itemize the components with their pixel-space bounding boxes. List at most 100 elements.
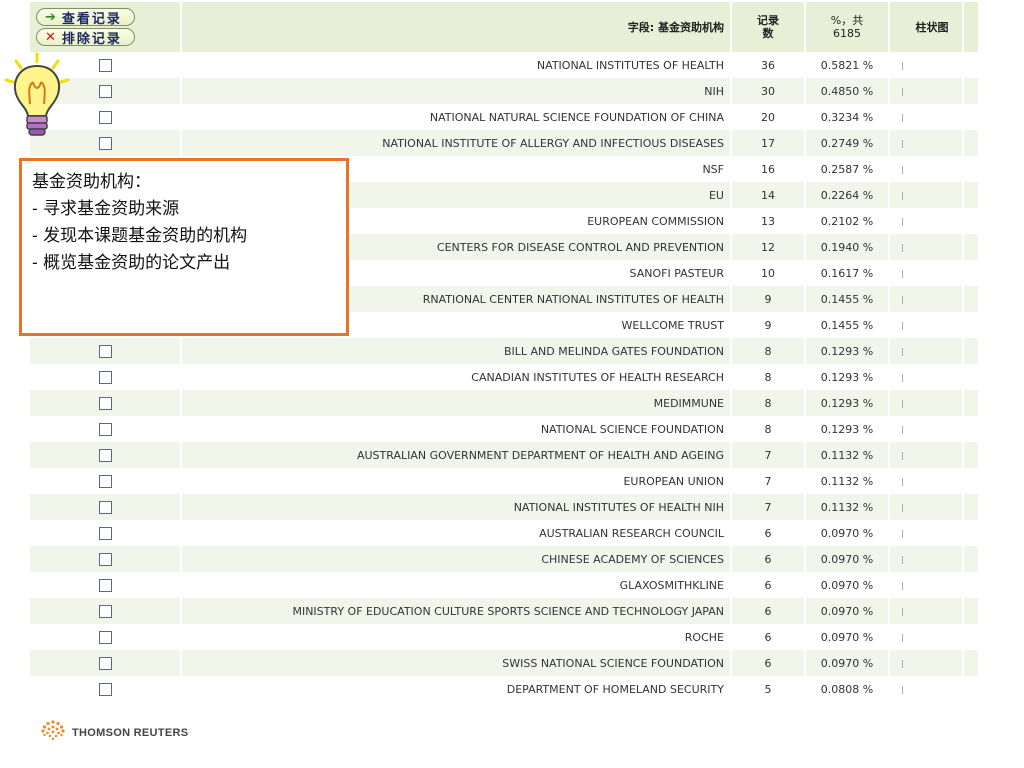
row-end (963, 650, 980, 676)
row-end (963, 364, 980, 390)
agency-name: CANADIAN INSTITUTES OF HEALTH RESEARCH (181, 364, 732, 390)
record-percent: 0.1132 % (805, 468, 890, 494)
agency-name: AUSTRALIAN GOVERNMENT DEPARTMENT OF HEAL… (181, 442, 732, 468)
record-count: 7 (731, 494, 806, 520)
header-end (963, 2, 980, 52)
row-end (963, 442, 980, 468)
bar-mark (902, 399, 903, 408)
bar-cell (889, 286, 964, 312)
row-end (963, 208, 980, 234)
bar-cell (889, 208, 964, 234)
table-row: MINISTRY OF EDUCATION CULTURE SPORTS SCI… (30, 598, 980, 624)
bar-cell (889, 468, 964, 494)
header-barchart: 柱状图 (889, 2, 964, 52)
table-row: DEPARTMENT OF HOMELAND SECURITY 5 0.0808 % (30, 676, 980, 702)
row-checkbox[interactable] (98, 578, 112, 592)
agency-name: NIH (181, 78, 732, 104)
row-end (963, 52, 980, 78)
row-end (963, 104, 980, 130)
record-count: 10 (731, 260, 806, 286)
callout-item: - 寻求基金资助来源 (32, 199, 180, 219)
row-end (963, 260, 980, 286)
row-checkbox[interactable] (98, 474, 112, 488)
header-count: 记录 数 (731, 2, 806, 52)
row-select-cell (30, 572, 182, 598)
row-checkbox[interactable] (98, 682, 112, 696)
record-percent: 0.1132 % (805, 494, 890, 520)
arrow-right-icon: ➔ (45, 9, 56, 25)
bar-cell (889, 364, 964, 390)
row-checkbox[interactable] (98, 630, 112, 644)
record-percent: 0.5821 % (805, 52, 890, 78)
funding-agency-callout: 基金资助机构： - 寻求基金资助来源 - 发现本课题基金资助的机构 - 概览基金… (19, 158, 349, 336)
header-count-line2: 数 (762, 27, 774, 40)
record-count: 20 (731, 104, 806, 130)
view-records-button[interactable]: ➔ 查看记录 (36, 8, 135, 27)
x-icon: ✕ (45, 29, 56, 45)
bar-mark (902, 191, 903, 200)
bar-mark (902, 61, 903, 70)
table-row: EUROPEAN UNION 7 0.1132 % (30, 468, 980, 494)
analysis-results-table: ➔ 查看记录 ✕ 排除记录 字段: 基金资助机构 记录 数 %，共 6185 柱… (30, 2, 980, 702)
bar-mark (902, 607, 903, 616)
bar-cell (889, 676, 964, 702)
bar-cell (889, 598, 964, 624)
agency-name: GLAXOSMITHKLINE (181, 572, 732, 598)
exclude-records-button[interactable]: ✕ 排除记录 (36, 28, 135, 47)
row-checkbox[interactable] (98, 136, 112, 150)
bar-mark (902, 659, 903, 668)
table-header-row: ➔ 查看记录 ✕ 排除记录 字段: 基金资助机构 记录 数 %，共 6185 柱… (30, 2, 980, 52)
record-percent: 0.1940 % (805, 234, 890, 260)
record-percent: 0.0970 % (805, 650, 890, 676)
row-checkbox[interactable] (98, 500, 112, 514)
record-count: 8 (731, 338, 806, 364)
row-checkbox[interactable] (98, 604, 112, 618)
bar-cell (889, 156, 964, 182)
header-field: 字段: 基金资助机构 (181, 2, 732, 52)
agency-name: NATIONAL INSTITUTES OF HEALTH NIH (181, 494, 732, 520)
row-checkbox[interactable] (98, 422, 112, 436)
table-row: NATIONAL INSTITUTES OF HEALTH NIH 7 0.1132… (30, 494, 980, 520)
row-checkbox[interactable] (98, 344, 112, 358)
bar-mark (902, 87, 903, 96)
row-checkbox[interactable] (98, 84, 112, 98)
bar-mark (902, 269, 903, 278)
record-count: 16 (731, 156, 806, 182)
table-row: GLAXOSMITHKLINE 6 0.0970 % (30, 572, 980, 598)
record-percent: 0.1132 % (805, 442, 890, 468)
bar-mark (902, 139, 903, 148)
record-count: 6 (731, 624, 806, 650)
record-percent: 0.0970 % (805, 624, 890, 650)
record-count: 17 (731, 130, 806, 156)
row-checkbox[interactable] (98, 370, 112, 384)
exclude-records-label: 排除记录 (61, 31, 122, 47)
bar-mark (902, 165, 903, 174)
bar-mark (902, 295, 903, 304)
table-row: CHINESE ACADEMY OF SCIENCES 6 0.0970 % (30, 546, 980, 572)
row-select-cell (30, 598, 182, 624)
row-select-cell (30, 338, 182, 364)
row-checkbox[interactable] (98, 526, 112, 540)
record-count: 6 (731, 546, 806, 572)
bar-cell (889, 572, 964, 598)
record-percent: 0.0970 % (805, 546, 890, 572)
row-checkbox[interactable] (98, 58, 112, 72)
record-count: 8 (731, 416, 806, 442)
row-checkbox[interactable] (98, 448, 112, 462)
record-count: 12 (731, 234, 806, 260)
row-checkbox[interactable] (98, 110, 112, 124)
table-row: NATIONAL NATURAL SCIENCE FOUNDATION OF C… (30, 104, 980, 130)
table-row: NIH 30 0.4850 % (30, 78, 980, 104)
row-checkbox[interactable] (98, 656, 112, 670)
bar-mark (902, 685, 903, 694)
row-checkbox[interactable] (98, 552, 112, 566)
row-checkbox[interactable] (98, 396, 112, 410)
view-records-label: 查看记录 (61, 11, 122, 27)
bar-cell (889, 494, 964, 520)
row-end (963, 78, 980, 104)
callout-item: - 发现本课题基金资助的机构 (32, 226, 248, 246)
bar-cell (889, 416, 964, 442)
row-select-cell (30, 416, 182, 442)
table-row: NATIONAL INSTITUTES OF HEALTH 36 0.5821 % (30, 52, 980, 78)
agency-name: BILL AND MELINDA GATES FOUNDATION (181, 338, 732, 364)
